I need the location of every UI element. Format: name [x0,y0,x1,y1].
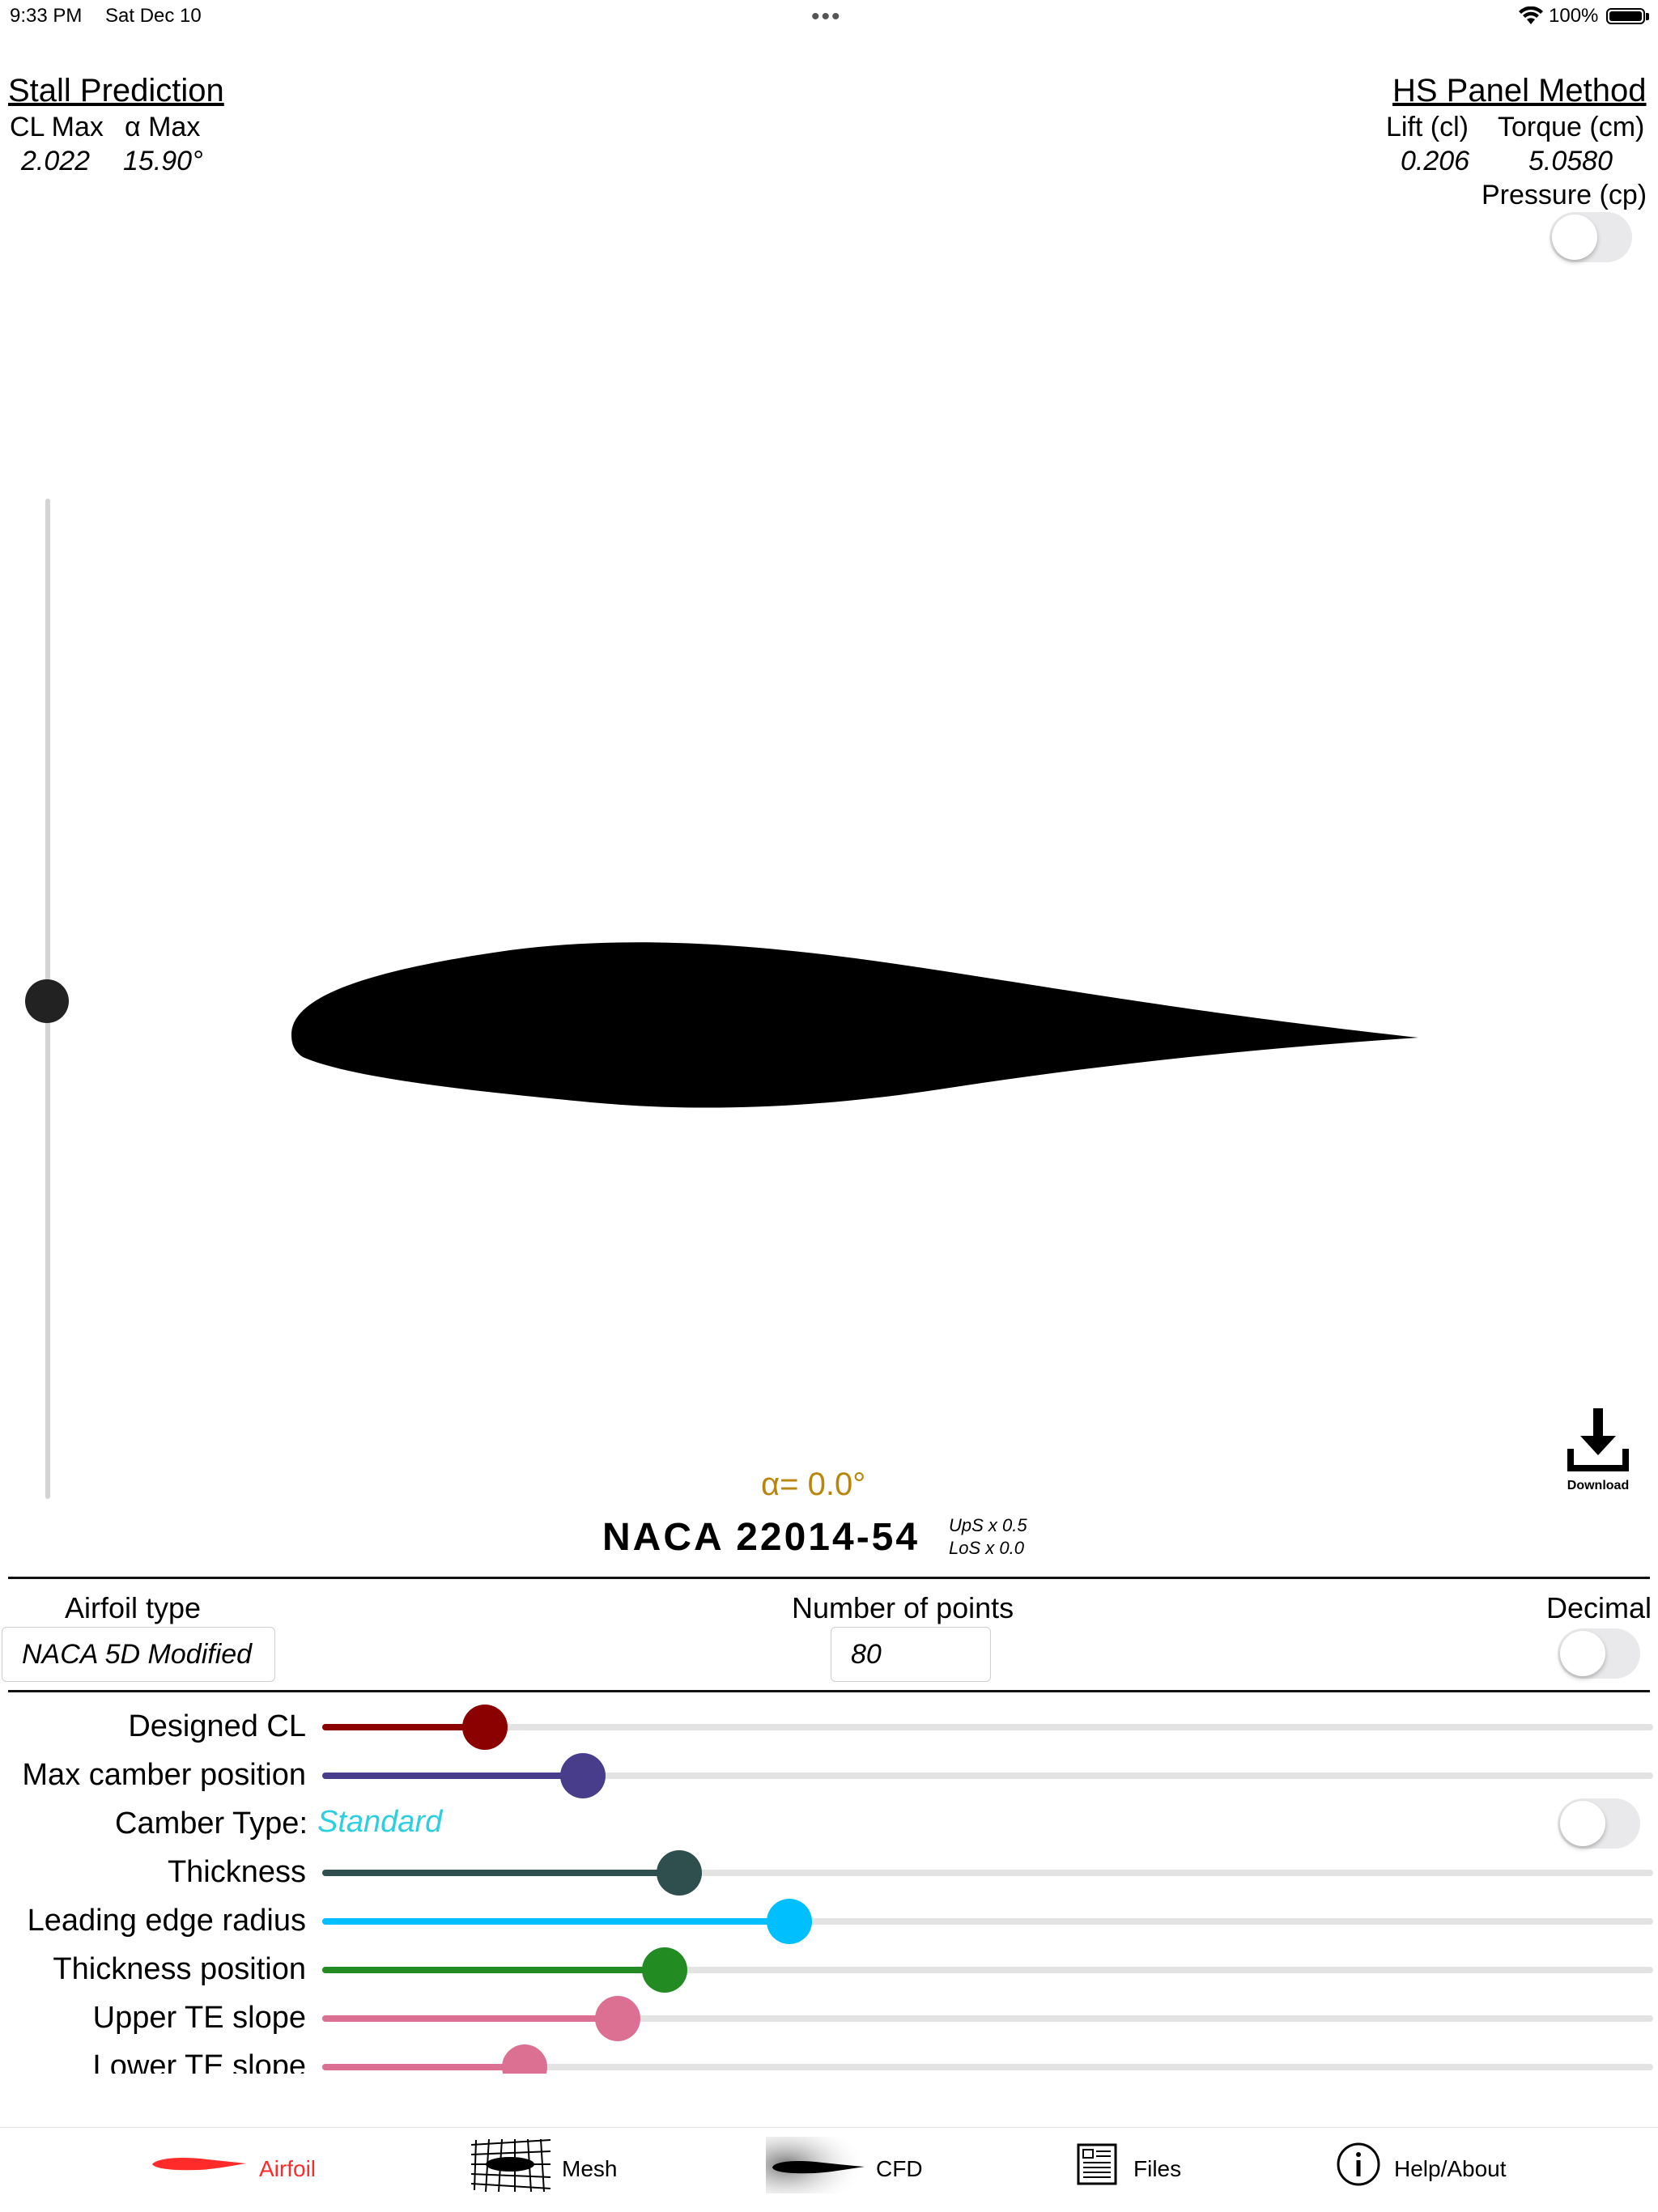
slider-fill [322,1724,485,1730]
tab-airfoil-label: Airfoil [259,2156,317,2181]
tab-cfd-label: CFD [876,2156,923,2181]
naca-designation: NACA 22014-54 [602,1516,920,1559]
decimal-label: Decimal [1546,1591,1652,1624]
tab-files[interactable]: Files [1077,2133,1239,2195]
slider-knob[interactable] [560,1753,606,1798]
camber-type-value[interactable]: Standard [317,1805,442,1840]
lift-label: Lift (cl) [1386,112,1469,142]
tab-cfd[interactable]: CFD [766,2133,952,2195]
upper-surface-scale: UpS x 0.5 [949,1515,1027,1535]
info-icon [1337,2142,1380,2186]
slider-fill [322,1967,665,1973]
airfoil-type-field[interactable]: NACA 5D Modified [2,1627,275,1682]
tab-airfoil[interactable]: Airfoil [151,2135,337,2192]
tab-mesh[interactable]: Mesh [470,2133,656,2195]
battery-icon [1606,8,1645,24]
thickness-slider[interactable] [322,1850,1653,1896]
battery-percent: 100% [1549,5,1599,27]
files-icon [1077,2143,1117,2185]
thickness-position-label: Thickness position [53,1952,306,1986]
mesh-icon [470,2138,551,2193]
camber-type-toggle[interactable] [1558,1798,1640,1849]
slider-knob[interactable] [656,1850,702,1896]
number-of-points-label: Number of points [792,1591,1014,1624]
cl-max-label: CL Max [10,112,104,142]
download-button[interactable]: Download [1566,1408,1630,1493]
camber-type-label: Camber Type: [115,1807,308,1841]
airfoil-icon [152,2158,246,2171]
status-date: Sat Dec 10 [105,5,202,27]
slider-fill [322,2015,618,2022]
number-of-points-field[interactable]: 80 [831,1627,991,1682]
wifi-icon [1519,6,1543,24]
cfd-icon [766,2137,866,2193]
slider-knob[interactable] [501,2044,547,2074]
alpha-slider-knob[interactable] [25,979,69,1023]
max-camber-position-label: Max camber position [22,1758,306,1792]
slider-fill [322,1918,790,1925]
torque-value: 5.0580 [1528,146,1613,176]
lift-value: 0.206 [1401,146,1470,176]
divider [8,1577,1650,1579]
designed-cl-slider[interactable] [322,1705,1653,1750]
divider [8,1690,1650,1692]
leading-edge-radius-slider[interactable] [322,1899,1653,1944]
slider-knob[interactable] [594,1996,640,2041]
lower-surface-scale: LoS x 0.0 [949,1538,1024,1558]
pressure-toggle[interactable] [1550,212,1632,262]
lower-te-slope-label: Lower TE slope [92,2049,306,2074]
cl-max-value: 2.022 [21,146,91,176]
slider-knob[interactable] [641,1947,687,1993]
slider-fill [322,1773,584,1779]
download-icon [1567,1408,1629,1471]
leading-edge-radius-label: Leading edge radius [27,1904,306,1938]
thickness-label: Thickness [167,1855,306,1889]
pressure-label: Pressure (cp) [1482,180,1647,210]
slider-fill [322,1870,679,1876]
slider-fill [322,2064,525,2070]
alpha-max-label: α Max [125,112,201,142]
lower-te-slope-slider[interactable] [322,2044,1653,2074]
tab-help-about-label: Help/About [1394,2156,1507,2181]
decimal-toggle[interactable] [1558,1628,1640,1679]
alpha-max-value: 15.90° [123,146,203,176]
tab-files-label: Files [1133,2156,1182,2181]
airfoil-shape [291,942,1418,1108]
thickness-position-slider[interactable] [322,1947,1653,1993]
multitasking-dots-icon[interactable]: ••• [811,3,842,31]
tab-mesh-label: Mesh [562,2156,618,2181]
designed-cl-label: Designed CL [128,1709,306,1743]
status-time: 9:33 PM [10,5,83,27]
airfoil-type-label: Airfoil type [65,1591,202,1624]
stall-prediction-title[interactable]: Stall Prediction [8,73,224,109]
torque-label: Torque (cm) [1498,112,1645,142]
upper-te-slope-slider[interactable] [322,1996,1653,2041]
alpha-value-label: α= 0.0° [761,1467,866,1502]
slider-knob[interactable] [461,1705,508,1750]
slider-knob[interactable] [767,1899,813,1944]
tab-help-about[interactable]: Help/About [1336,2133,1562,2195]
upper-te-slope-label: Upper TE slope [92,2001,306,2035]
max-camber-position-slider[interactable] [322,1753,1653,1798]
panel-method-title[interactable]: HS Panel Method [1392,73,1647,109]
download-label: Download [1567,1479,1630,1492]
scroll-clip: Lower TE slope [0,2043,1658,2074]
